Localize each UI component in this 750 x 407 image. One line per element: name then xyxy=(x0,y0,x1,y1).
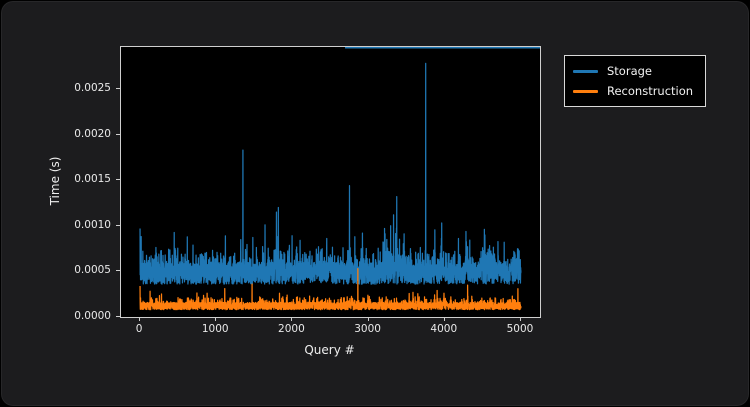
y-tick-mark xyxy=(116,179,120,180)
legend-label-storage: Storage xyxy=(607,64,652,78)
y-axis-label: Time (s) xyxy=(48,157,62,206)
y-tick-label: 0.0015 xyxy=(74,173,111,185)
reconstruction-line-swatch xyxy=(573,90,598,93)
storage-line-swatch xyxy=(573,70,598,73)
x-tick-mark xyxy=(368,317,369,321)
x-tick-label: 3000 xyxy=(354,323,381,335)
y-tick-mark xyxy=(116,316,120,317)
y-tick-mark xyxy=(116,88,120,89)
x-tick-label: 2000 xyxy=(278,323,305,335)
y-tick-label: 0.0010 xyxy=(74,219,111,231)
x-tick-mark xyxy=(291,317,292,321)
y-tick-label: 0.0005 xyxy=(74,264,111,276)
x-axis-label: Query # xyxy=(120,343,539,357)
y-tick-mark xyxy=(116,134,120,135)
x-tick-mark xyxy=(139,317,140,321)
y-tick-label: 0.0020 xyxy=(74,128,111,140)
x-tick-mark xyxy=(520,317,521,321)
y-tick-mark xyxy=(116,270,120,271)
x-tick-mark xyxy=(444,317,445,321)
figure-window: 0 1000 2000 3000 4000 5000 0.0000 0.0005 0.0010 0… xyxy=(1,1,749,406)
x-tick-label: 0 xyxy=(136,323,143,335)
x-tick-label: 1000 xyxy=(202,323,229,335)
legend-label-reconstruction: Reconstruction xyxy=(607,84,693,98)
legend-item-storage: Storage xyxy=(573,61,693,81)
plot-area xyxy=(120,46,541,318)
x-tick-label: 4000 xyxy=(430,323,457,335)
y-tick-mark xyxy=(116,225,120,226)
legend: Storage Reconstruction xyxy=(564,55,706,107)
y-tick-label: 0.0025 xyxy=(74,82,111,94)
y-tick-label: 0.0000 xyxy=(74,310,111,322)
x-tick-label: 5000 xyxy=(507,323,534,335)
chart-canvas xyxy=(121,47,540,317)
legend-item-reconstruction: Reconstruction xyxy=(573,81,693,101)
x-tick-mark xyxy=(215,317,216,321)
